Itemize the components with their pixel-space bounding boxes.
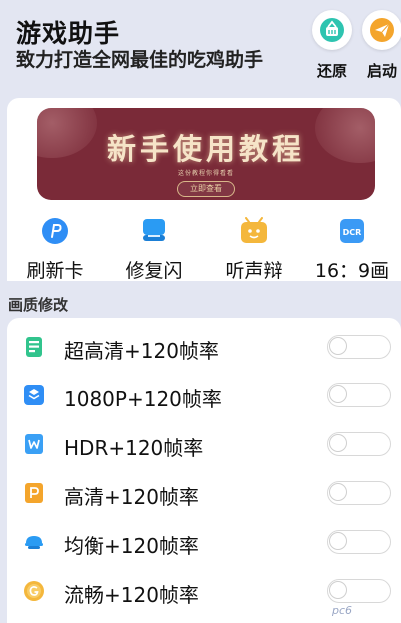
basket-icon bbox=[312, 10, 352, 50]
toggle-knob bbox=[329, 581, 347, 599]
g-coin-icon bbox=[23, 580, 45, 602]
layers-icon bbox=[23, 384, 45, 406]
option-toggle[interactable] bbox=[327, 579, 391, 603]
app-title: 游戏助手 bbox=[16, 19, 121, 48]
w-doc-icon bbox=[23, 433, 45, 455]
quick-action-sound[interactable]: 听声辩 bbox=[212, 216, 296, 281]
toggle-knob bbox=[329, 532, 347, 550]
restore-button[interactable]: 还原 bbox=[310, 10, 354, 81]
quick-action-ratio[interactable]: DCR 16：9画 bbox=[310, 216, 394, 281]
option-label: 流畅+120帧率 bbox=[64, 583, 199, 607]
quick-action-repair[interactable]: 修复闪 bbox=[112, 216, 196, 281]
list-item: 1080P+120帧率 bbox=[7, 372, 401, 420]
sound-tv-icon bbox=[239, 216, 269, 246]
quality-list: 超高清+120帧率 1080P+120帧率 HDR+120帧率 高清+120帧率… bbox=[7, 318, 401, 623]
top-card: 新手使用教程 这份教程你得看看 立即查看 刷新卡 修复闪 听声辩 DCR 16：… bbox=[7, 98, 401, 281]
option-toggle[interactable] bbox=[327, 432, 391, 456]
refresh-p-icon bbox=[40, 216, 70, 246]
option-label: HDR+120帧率 bbox=[64, 436, 204, 460]
banner-title: 新手使用教程 bbox=[106, 132, 305, 166]
list-item: 高清+120帧率 bbox=[7, 470, 401, 518]
launch-button[interactable]: 启动 bbox=[360, 10, 401, 81]
banner-subtitle: 这份教程你得看看 bbox=[177, 170, 234, 177]
launch-label: 启动 bbox=[366, 62, 397, 80]
option-label: 均衡+120帧率 bbox=[64, 534, 199, 558]
option-toggle[interactable] bbox=[327, 530, 391, 554]
banner-view-button[interactable]: 立即查看 bbox=[177, 181, 235, 197]
quick-action-label: 听声辩 bbox=[225, 260, 283, 281]
p-doc-icon bbox=[23, 482, 45, 504]
watermark: pc6 bbox=[332, 604, 353, 617]
list-item: 超高清+120帧率 bbox=[7, 324, 401, 372]
toggle-knob bbox=[329, 434, 347, 452]
option-toggle[interactable] bbox=[327, 335, 391, 359]
list-item: HDR+120帧率 bbox=[7, 421, 401, 469]
option-toggle[interactable] bbox=[327, 481, 391, 505]
dcr-icon: DCR bbox=[337, 216, 367, 246]
section-title: 画质修改 bbox=[8, 296, 69, 314]
paper-plane-icon bbox=[362, 10, 401, 50]
toggle-knob bbox=[329, 483, 347, 501]
restore-label: 还原 bbox=[316, 62, 347, 80]
quick-action-label: 修复闪 bbox=[125, 260, 183, 281]
toggle-knob bbox=[329, 337, 347, 355]
option-label: 1080P+120帧率 bbox=[64, 387, 222, 411]
option-label: 高清+120帧率 bbox=[64, 485, 199, 509]
quick-action-refresh[interactable]: 刷新卡 bbox=[13, 216, 97, 281]
quick-action-label: 刷新卡 bbox=[26, 260, 84, 281]
option-toggle[interactable] bbox=[327, 383, 391, 407]
header: 游戏助手 致力打造全网最佳的吃鸡助手 还原 启动 bbox=[0, 0, 401, 98]
tutorial-banner[interactable]: 新手使用教程 这份教程你得看看 立即查看 bbox=[37, 108, 375, 200]
svg-text:DCR: DCR bbox=[343, 228, 362, 237]
toggle-knob bbox=[329, 385, 347, 403]
cloud-icon bbox=[23, 531, 45, 553]
sheet-icon bbox=[23, 336, 45, 358]
repair-layers-icon bbox=[139, 216, 169, 246]
list-item: 均衡+120帧率 bbox=[7, 519, 401, 567]
option-label: 超高清+120帧率 bbox=[64, 339, 219, 363]
quick-action-label: 16：9画 bbox=[314, 260, 390, 281]
app-subtitle: 致力打造全网最佳的吃鸡助手 bbox=[16, 49, 264, 71]
